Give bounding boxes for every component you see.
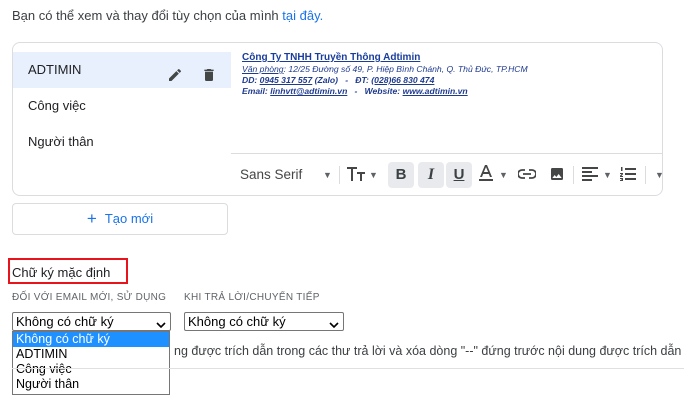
- text-color-icon[interactable]: [473, 162, 499, 188]
- dt-value[interactable]: (028)66 830 474: [371, 75, 434, 85]
- underline-button[interactable]: U: [446, 162, 472, 188]
- image-icon[interactable]: [544, 162, 570, 188]
- phone-line: DD: 0945 317 557 (Zalo) - ĐT: (028)66 83…: [242, 75, 528, 86]
- intro-link[interactable]: tại đây.: [282, 8, 323, 23]
- website-link[interactable]: www.adtimin.vn: [403, 86, 468, 96]
- signature-panel: ADTIMIN Công việc Người thân Công Ty TNH…: [12, 42, 663, 196]
- reply-signature-select[interactable]: Không có chữ ký: [184, 312, 344, 331]
- dd-value[interactable]: 0945 317 557: [260, 75, 313, 85]
- signature-content[interactable]: Công Ty TNHH Truyền Thông Adtimin Văn ph…: [242, 52, 528, 97]
- signature-item-adtimin[interactable]: ADTIMIN: [13, 52, 231, 88]
- email-label: Email:: [242, 86, 271, 96]
- italic-button[interactable]: I: [418, 162, 444, 188]
- chevron-down-icon: [329, 317, 339, 329]
- signature-item-nguoi-than[interactable]: Người thân: [13, 124, 231, 160]
- numbered-list-icon[interactable]: [615, 162, 641, 188]
- address-text: : 12/25 Đường số 49, P. Hiệp Bình Chánh,…: [283, 64, 528, 74]
- text-size-icon[interactable]: [343, 162, 369, 188]
- address-label: Văn phòng: [242, 64, 284, 74]
- create-new-button[interactable]: + Tạo mới: [12, 203, 228, 235]
- dd-label: DD:: [242, 75, 260, 85]
- section-divider: [12, 368, 684, 369]
- signature-list: ADTIMIN Công việc Người thân: [13, 43, 231, 195]
- web-label: - Website:: [347, 86, 403, 96]
- email-link[interactable]: linhvtt@adtimin.vn: [270, 86, 347, 96]
- company-prefix: Công Ty TNHH: [242, 52, 315, 63]
- toolbar-divider: [339, 166, 340, 184]
- format-toolbar: Sans Serif ▼ ▼ B I U ▼ ▼: [231, 153, 662, 195]
- bold-button[interactable]: B: [388, 162, 414, 188]
- signature-item-label: ADTIMIN: [28, 62, 82, 77]
- reply-forward-label: KHI TRẢ LỜI/CHUYỂN TIẾP: [184, 292, 320, 303]
- dropdown-option[interactable]: Công việc: [13, 362, 169, 377]
- link-icon[interactable]: [514, 162, 540, 188]
- dropdown-option[interactable]: ADTIMIN: [13, 347, 169, 362]
- chevron-down-icon[interactable]: ▼: [369, 154, 378, 195]
- chevron-down-icon[interactable]: ▼: [499, 154, 508, 195]
- signature-item-label: Người thân: [28, 134, 94, 149]
- signature-dropdown-list[interactable]: Không có chữ ký ADTIMIN Công việc Người …: [12, 331, 170, 395]
- intro-text: Bạn có thể xem và thay đổi tùy chọn của …: [12, 8, 323, 23]
- more-options-chevron-icon[interactable]: ▼: [655, 154, 662, 195]
- plus-icon: +: [86, 209, 97, 228]
- email-line: Email: linhvtt@adtimin.vn - Website: www…: [242, 86, 528, 97]
- company-name: Truyền Thông Adtimin: [314, 52, 421, 63]
- signature-item-label: Công việc: [28, 98, 86, 113]
- dt-label: - ĐT:: [338, 75, 372, 85]
- delete-icon[interactable]: [201, 61, 217, 81]
- font-family-select[interactable]: Sans Serif: [240, 154, 302, 195]
- chevron-down-icon[interactable]: ▼: [603, 154, 612, 195]
- chevron-down-icon: [156, 317, 166, 329]
- quote-note: ng được trích dẫn trong các thư trả lời …: [174, 344, 682, 358]
- chevron-down-icon[interactable]: ▼: [323, 154, 332, 195]
- edit-icon[interactable]: [167, 61, 183, 81]
- new-email-signature-select[interactable]: Không có chữ ký: [12, 312, 171, 331]
- dd-suffix: (Zalo): [312, 75, 339, 85]
- create-new-label: Tạo mới: [104, 211, 154, 226]
- default-signature-title: Chữ ký mặc định: [12, 265, 111, 280]
- select-value: Không có chữ ký: [16, 314, 114, 329]
- align-icon[interactable]: [577, 162, 603, 188]
- signature-item-cong-viec[interactable]: Công việc: [13, 88, 231, 124]
- new-email-label: ĐỐI VỚI EMAIL MỚI, SỬ DỤNG: [12, 292, 167, 303]
- toolbar-divider: [645, 166, 646, 184]
- company-line: Công Ty TNHH Truyền Thông Adtimin: [242, 52, 528, 64]
- address-line: Văn phòng: 12/25 Đường số 49, P. Hiệp Bì…: [242, 64, 528, 75]
- select-value: Không có chữ ký: [188, 314, 286, 329]
- signature-editor[interactable]: Công Ty TNHH Truyền Thông Adtimin Văn ph…: [231, 43, 662, 195]
- intro-label: Bạn có thể xem và thay đổi tùy chọn của …: [12, 8, 283, 23]
- dropdown-option[interactable]: Không có chữ ký: [13, 332, 169, 347]
- toolbar-divider: [573, 166, 574, 184]
- dropdown-option[interactable]: Người thân: [13, 377, 169, 392]
